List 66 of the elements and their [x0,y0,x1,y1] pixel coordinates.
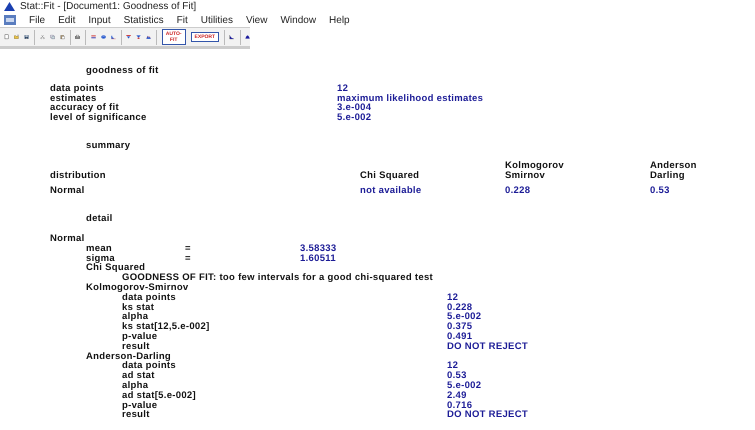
table-cell-text: 0.228 [505,186,532,196]
section-heading: summary [85,140,132,151]
parameter-value: 3.e-004 [337,103,372,114]
detail-label: ks stat[12,5.e-002] [122,322,211,332]
detail-value: 1.60511 [300,254,336,264]
detail-value: 12 [447,361,458,372]
detail-label: p-value [122,400,158,410]
detail-label: result [122,342,150,352]
parameter-label: accuracy of fit [50,103,119,114]
detail-value: 2.49 [447,390,467,401]
menu-item[interactable]: View [246,14,268,26]
menu-item[interactable]: Help [329,14,350,26]
detail-label: ks stat [122,302,154,312]
detail-value: 0.228 [447,302,472,312]
detail-value: DO NOT REJECT [447,342,528,352]
detail-value: 0.375 [447,322,472,332]
detail-value: 0.53 [447,371,467,381]
parameter-label: data points [50,84,105,94]
parameter-value: 12 [337,84,348,94]
detail-value: 12 [447,292,458,303]
detail-label: alpha [122,380,150,391]
menu-item[interactable]: File [29,14,46,26]
menu-item[interactable]: Fit [176,14,188,26]
menu-item[interactable]: Window [280,14,316,26]
column-header: Kolmogorov Smirnov [505,160,565,180]
table-cell-text: 0.53 [650,186,671,196]
detail-label: data points [122,361,177,372]
detail-label: sigma [86,254,115,264]
detail-value: DO NOT REJECT [447,410,528,420]
detail-value: 5.e-002 [447,380,482,391]
table-cell-text: Normal [50,186,86,196]
detail-label: mean [86,244,114,254]
detail-label: alpha [122,312,148,322]
detail-value: 0.491 [447,332,472,342]
parameter-label: level of significance [50,113,148,123]
table-cell-text: not available [360,186,422,196]
column-header: Chi Squared [360,170,420,180]
document-icon[interactable] [4,15,16,25]
detail-label: ad stat [122,371,156,381]
parameter-label: estimates [50,94,97,104]
parameter-value: 5.e-002 [337,113,372,123]
column-header: distribution [50,170,107,180]
detail-label: p-value [122,332,158,342]
detail-label: result [122,410,150,420]
parameter-value: maximum likelihood estimates [337,94,484,104]
window-title: Stat::Fit - [Document1: Goodness of Fit] [20,1,196,12]
detail-label: data points [122,292,176,303]
menu-item[interactable]: Utilities [200,14,233,26]
menu-item[interactable]: Edit [58,14,76,26]
equals-sign: = [185,254,192,264]
app-logo-icon [4,2,15,11]
detail-value: 3.58333 [300,244,336,254]
detail-label: ad stat[5.e-002] [122,390,197,401]
section-heading: goodness of fit [85,66,160,76]
equals-sign: = [185,244,192,254]
detail-value: 5.e-002 [447,312,482,322]
menu-item[interactable]: Input [88,14,111,26]
detail-label: GOODNESS OF FIT: too few intervals for a good chi-squared test [122,273,434,283]
section-heading: detail [85,214,114,224]
detail-value: 0.716 [447,400,472,410]
menu-item[interactable]: Statistics [124,14,164,26]
detail-label: Normal [50,234,85,244]
detail-label: Anderson-Darling [86,352,172,362]
column-header: Anderson Darling [650,160,698,180]
detail-label: Kolmogorov-Smirnov [86,282,189,293]
detail-label: Chi Squared [86,263,146,274]
